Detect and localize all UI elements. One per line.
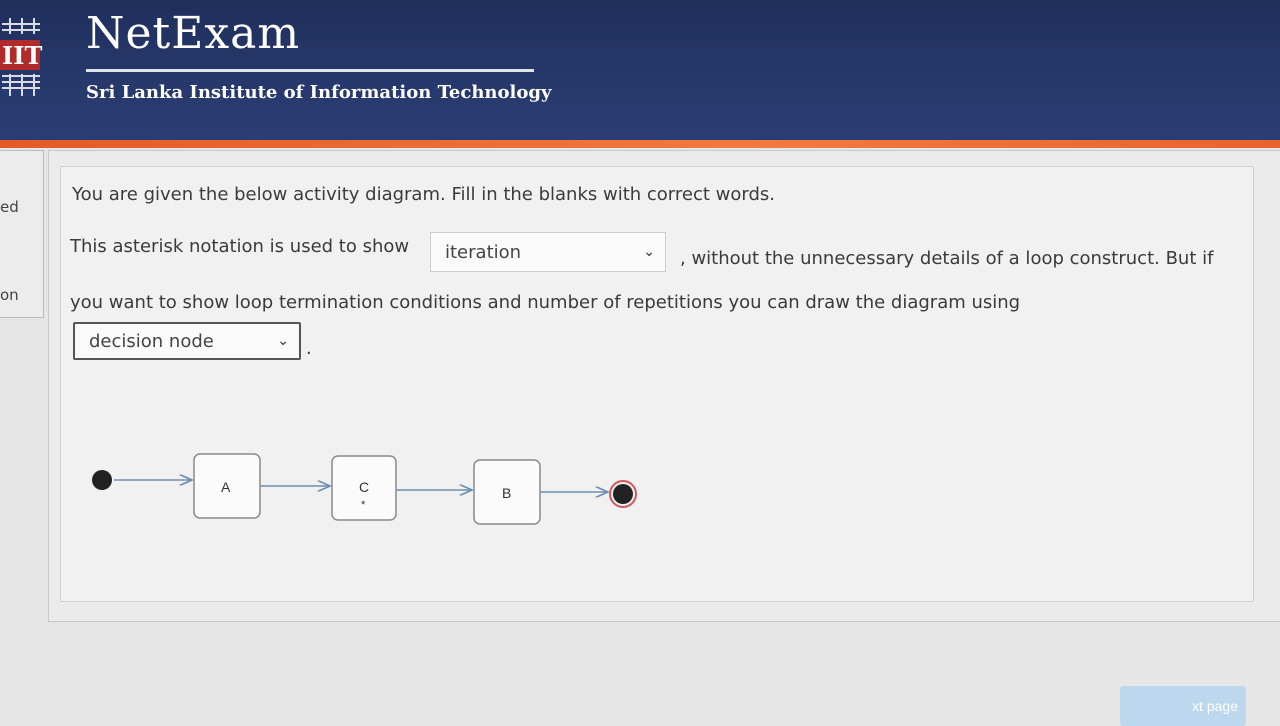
chevron-down-icon: ⌄ — [277, 333, 289, 349]
institute-name: Sri Lanka Institute of Information Techn… — [86, 82, 552, 103]
sentence-part-2: , without the unnecessary details of a l… — [680, 248, 1214, 269]
blank-2-select[interactable]: decision node ⌄ — [73, 322, 301, 360]
chevron-down-icon: ⌄ — [643, 244, 655, 260]
action-label-b: B — [502, 485, 511, 501]
site-header: IIT NetExam Sri Lanka Institute of Infor… — [0, 0, 1280, 140]
logo-text: IIT — [2, 41, 42, 70]
blank-1-select[interactable]: iteration ⌄ — [430, 232, 666, 272]
activity-diagram: A C * B — [92, 453, 637, 525]
sentence-end: . — [306, 338, 312, 359]
institute-logo: IIT — [0, 18, 42, 96]
app-title: NetExam — [86, 8, 301, 59]
blank-2-value: decision node — [89, 330, 214, 352]
action-label-c: C — [359, 479, 369, 495]
action-label-a: A — [221, 479, 231, 495]
iteration-marker: * — [361, 499, 366, 511]
question-prompt: You are given the below activity diagram… — [72, 184, 775, 205]
blank-1-value: iteration — [445, 241, 522, 263]
final-node — [613, 484, 633, 504]
header-accent-stripe — [0, 140, 1280, 148]
sentence-part-3: you want to show loop termination condit… — [70, 292, 1021, 313]
sidebar-item-option[interactable]: on — [0, 286, 19, 304]
next-page-button[interactable]: xt page — [1120, 686, 1246, 726]
sentence-part-1: This asterisk notation is used to show — [70, 236, 410, 257]
initial-node — [92, 470, 112, 490]
title-divider — [86, 69, 534, 72]
sidebar-item-status[interactable]: ed — [0, 198, 19, 216]
